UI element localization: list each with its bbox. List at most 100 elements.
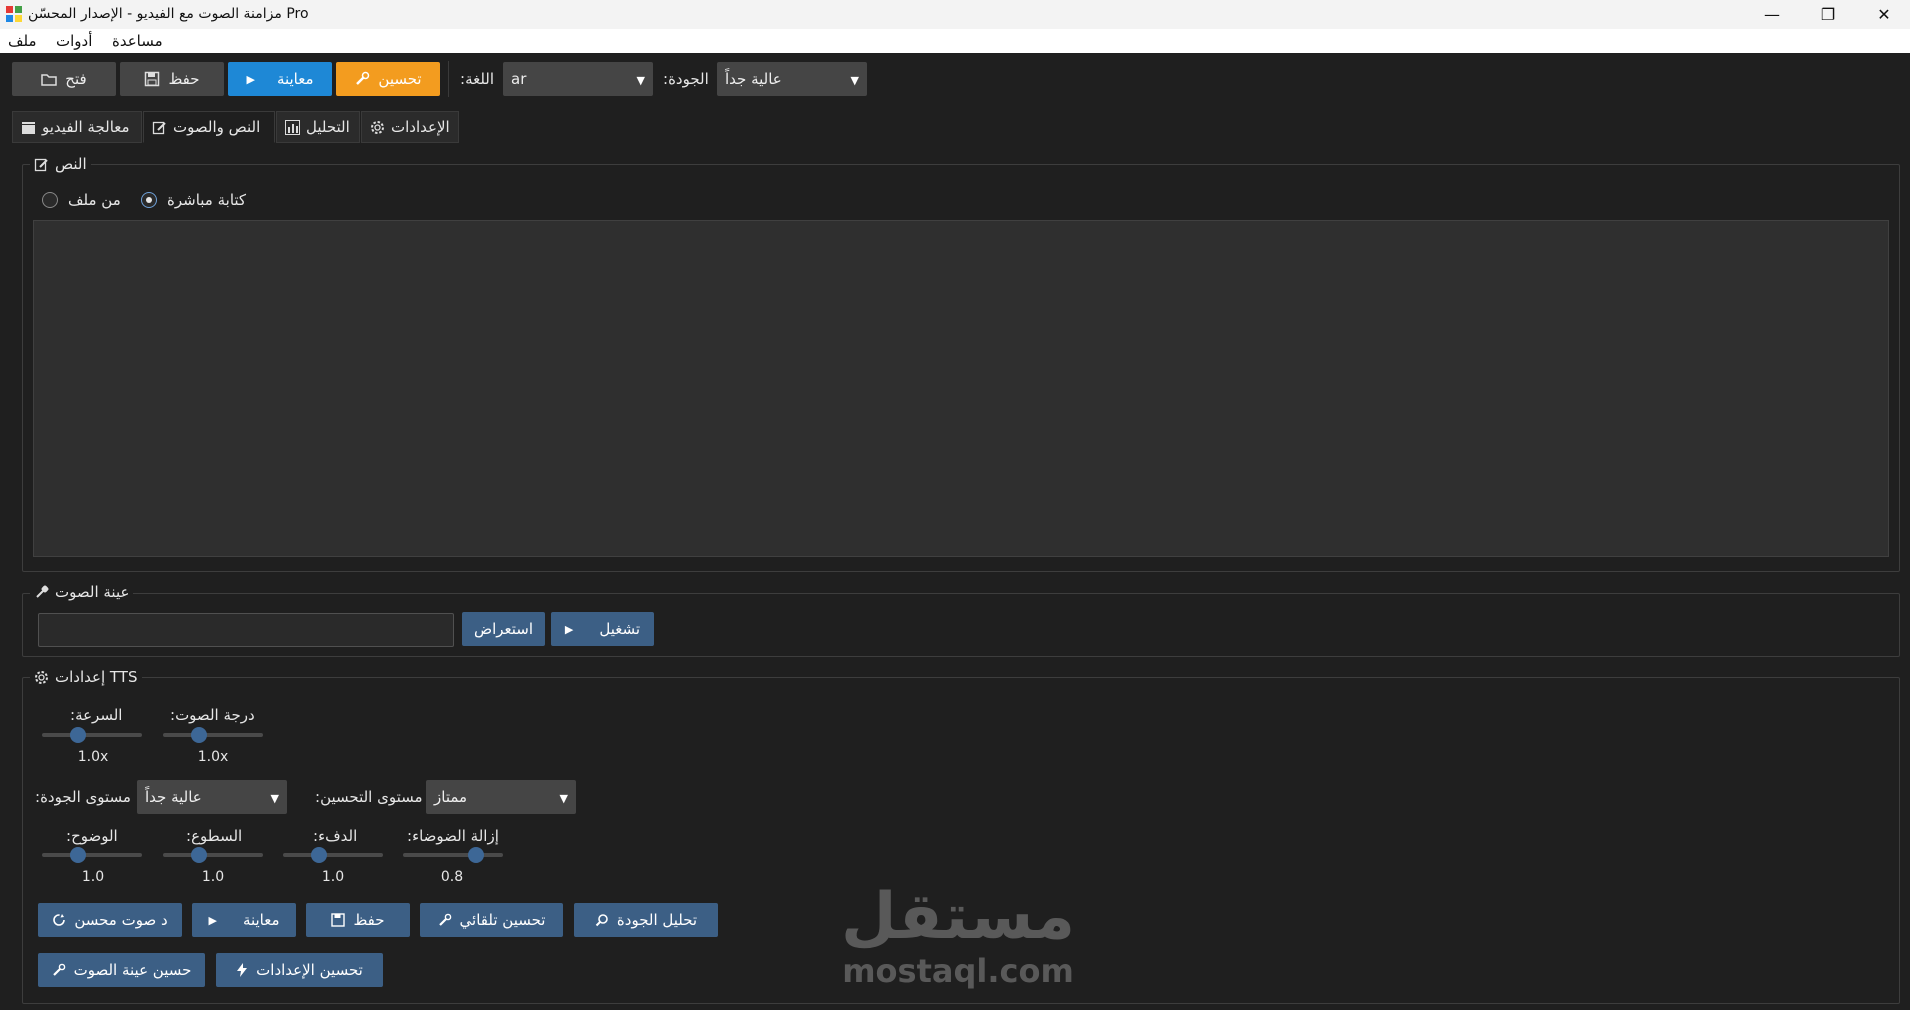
bar-chart-icon bbox=[285, 119, 300, 135]
pitch-value: 1.0x bbox=[197, 749, 229, 765]
text-group-label: النص bbox=[55, 155, 87, 173]
tab-settings[interactable]: الإعدادات bbox=[361, 111, 459, 143]
wrench-icon bbox=[354, 71, 370, 87]
play-icon: ▶ bbox=[208, 913, 217, 927]
slider-handle[interactable] bbox=[191, 847, 207, 863]
generate-enhanced-voice-button[interactable]: د صوت محسن bbox=[38, 903, 182, 937]
chevron-down-icon: ▼ bbox=[850, 74, 859, 87]
radio-from-file-label: من ملف bbox=[68, 191, 121, 209]
restore-button[interactable]: ❐ bbox=[1800, 0, 1856, 29]
quality-level-label: :مستوى الجودة bbox=[35, 788, 131, 806]
clarity-value: 1.0 bbox=[81, 869, 105, 885]
open-label: فتح bbox=[65, 70, 87, 88]
language-label: :اللغة bbox=[460, 70, 495, 88]
warmth-slider[interactable] bbox=[283, 847, 383, 863]
tab-label: النص والصوت bbox=[173, 118, 261, 136]
app-icon bbox=[6, 6, 22, 22]
gear-icon bbox=[370, 120, 385, 135]
enhance-settings-button[interactable]: تحسين الإعدادات bbox=[216, 953, 383, 987]
slider-handle[interactable] bbox=[70, 727, 86, 743]
voice-sample-label: عينة الصوت bbox=[55, 583, 130, 601]
minimize-button[interactable]: — bbox=[1744, 0, 1800, 29]
save-label: حفظ bbox=[168, 70, 200, 88]
microphone-icon bbox=[34, 585, 49, 600]
window-title: مزامنة الصوت مع الفيديو - الإصدار المحسّ… bbox=[28, 6, 309, 22]
enhance-voice-sample-label: حسين عينة الصوت bbox=[73, 961, 192, 979]
radio-from-file[interactable] bbox=[42, 192, 58, 208]
menu-file[interactable]: ملف bbox=[8, 32, 37, 50]
edit-icon bbox=[34, 157, 49, 172]
slider-handle[interactable] bbox=[311, 847, 327, 863]
title-bar: مزامنة الصوت مع الفيديو - الإصدار المحسّ… bbox=[0, 0, 1910, 29]
quality-analysis-button[interactable]: تحليل الجودة bbox=[574, 903, 718, 937]
open-button[interactable]: فتح bbox=[12, 62, 116, 96]
radio-direct-input-label: كتابة مباشرة bbox=[167, 191, 247, 209]
quality-label: :الجودة bbox=[663, 70, 709, 88]
clarity-slider[interactable] bbox=[42, 847, 142, 863]
tts-save-button[interactable]: حفظ bbox=[306, 903, 410, 937]
browse-button[interactable]: استعراض bbox=[462, 612, 545, 646]
enhance-level-select[interactable]: ممتاز ▼ bbox=[426, 780, 576, 814]
save-button[interactable]: حفظ bbox=[120, 62, 224, 96]
generate-enhanced-voice-label: د صوت محسن bbox=[74, 911, 168, 929]
slider-track bbox=[283, 853, 383, 857]
wrench-icon bbox=[52, 963, 66, 977]
auto-enhance-button[interactable]: تحسين تلقائي bbox=[420, 903, 563, 937]
auto-enhance-label: تحسين تلقائي bbox=[459, 911, 546, 929]
menu-help[interactable]: مساعدة bbox=[112, 32, 163, 50]
slider-track bbox=[403, 853, 503, 857]
speed-label: :السرعة bbox=[70, 706, 123, 724]
language-value: ar bbox=[511, 70, 527, 88]
watermark-arabic: مستقل bbox=[840, 880, 1076, 954]
tts-settings-title: إعدادات TTS bbox=[30, 668, 142, 686]
speed-value: 1.0x bbox=[77, 749, 109, 765]
enhance-button[interactable]: تحسين bbox=[336, 62, 440, 96]
denoise-slider[interactable] bbox=[403, 847, 503, 863]
quality-select[interactable]: عالية جداً ▼ bbox=[717, 62, 867, 96]
text-input-area[interactable] bbox=[33, 220, 1889, 557]
slider-track bbox=[163, 853, 263, 857]
speed-slider[interactable] bbox=[42, 727, 142, 743]
quality-analysis-label: تحليل الجودة bbox=[616, 911, 698, 929]
quality-level-value: عالية جداً bbox=[145, 788, 202, 806]
tab-video-processing[interactable]: معالجة الفيديو bbox=[12, 111, 142, 143]
language-select[interactable]: ar ▼ bbox=[503, 62, 653, 96]
close-button[interactable]: ✕ bbox=[1856, 0, 1910, 29]
denoise-value: 0.8 bbox=[440, 869, 464, 885]
toolbar: فتح حفظ ▶ معاينة تحسين :اللغة ar ▼ :الجو… bbox=[0, 53, 1910, 105]
tab-label: معالجة الفيديو bbox=[42, 118, 130, 136]
tab-label: التحليل bbox=[306, 118, 350, 136]
chevron-down-icon: ▼ bbox=[270, 792, 279, 805]
tab-analysis[interactable]: التحليل bbox=[276, 111, 360, 143]
play-button[interactable]: ▶ تشغيل bbox=[551, 612, 654, 646]
quality-level-select[interactable]: عالية جداً ▼ bbox=[137, 780, 287, 814]
quality-value: عالية جداً bbox=[725, 70, 782, 88]
toolbar-separator bbox=[448, 61, 449, 97]
tts-preview-button[interactable]: ▶ معاينة bbox=[192, 903, 296, 937]
wrench-icon bbox=[438, 913, 452, 927]
voice-sample-path-input[interactable] bbox=[38, 613, 454, 647]
folder-icon bbox=[41, 71, 58, 87]
clapperboard-icon bbox=[21, 120, 36, 135]
slider-handle[interactable] bbox=[191, 727, 207, 743]
play-label: تشغيل bbox=[599, 620, 641, 638]
browse-label: استعراض bbox=[473, 620, 534, 638]
tts-preview-label: معاينة bbox=[242, 911, 280, 929]
tab-text-audio[interactable]: النص والصوت bbox=[143, 111, 275, 143]
chevron-down-icon: ▼ bbox=[559, 792, 568, 805]
slider-handle[interactable] bbox=[468, 847, 484, 863]
enhance-label: تحسين bbox=[378, 70, 422, 88]
pitch-slider[interactable] bbox=[163, 727, 263, 743]
radio-direct-input[interactable] bbox=[141, 192, 157, 208]
preview-button[interactable]: ▶ معاينة bbox=[228, 62, 332, 96]
brightness-slider[interactable] bbox=[163, 847, 263, 863]
gear-icon bbox=[34, 670, 49, 685]
warmth-label: :الدفء bbox=[313, 827, 358, 845]
brightness-label: :السطوع bbox=[186, 827, 243, 845]
save-icon bbox=[144, 71, 160, 87]
slider-handle[interactable] bbox=[70, 847, 86, 863]
enhance-voice-sample-button[interactable]: حسين عينة الصوت bbox=[38, 953, 205, 987]
menu-tools[interactable]: أدوات bbox=[56, 32, 92, 50]
slider-track bbox=[42, 733, 142, 737]
voice-sample-title: عينة الصوت bbox=[30, 583, 134, 601]
